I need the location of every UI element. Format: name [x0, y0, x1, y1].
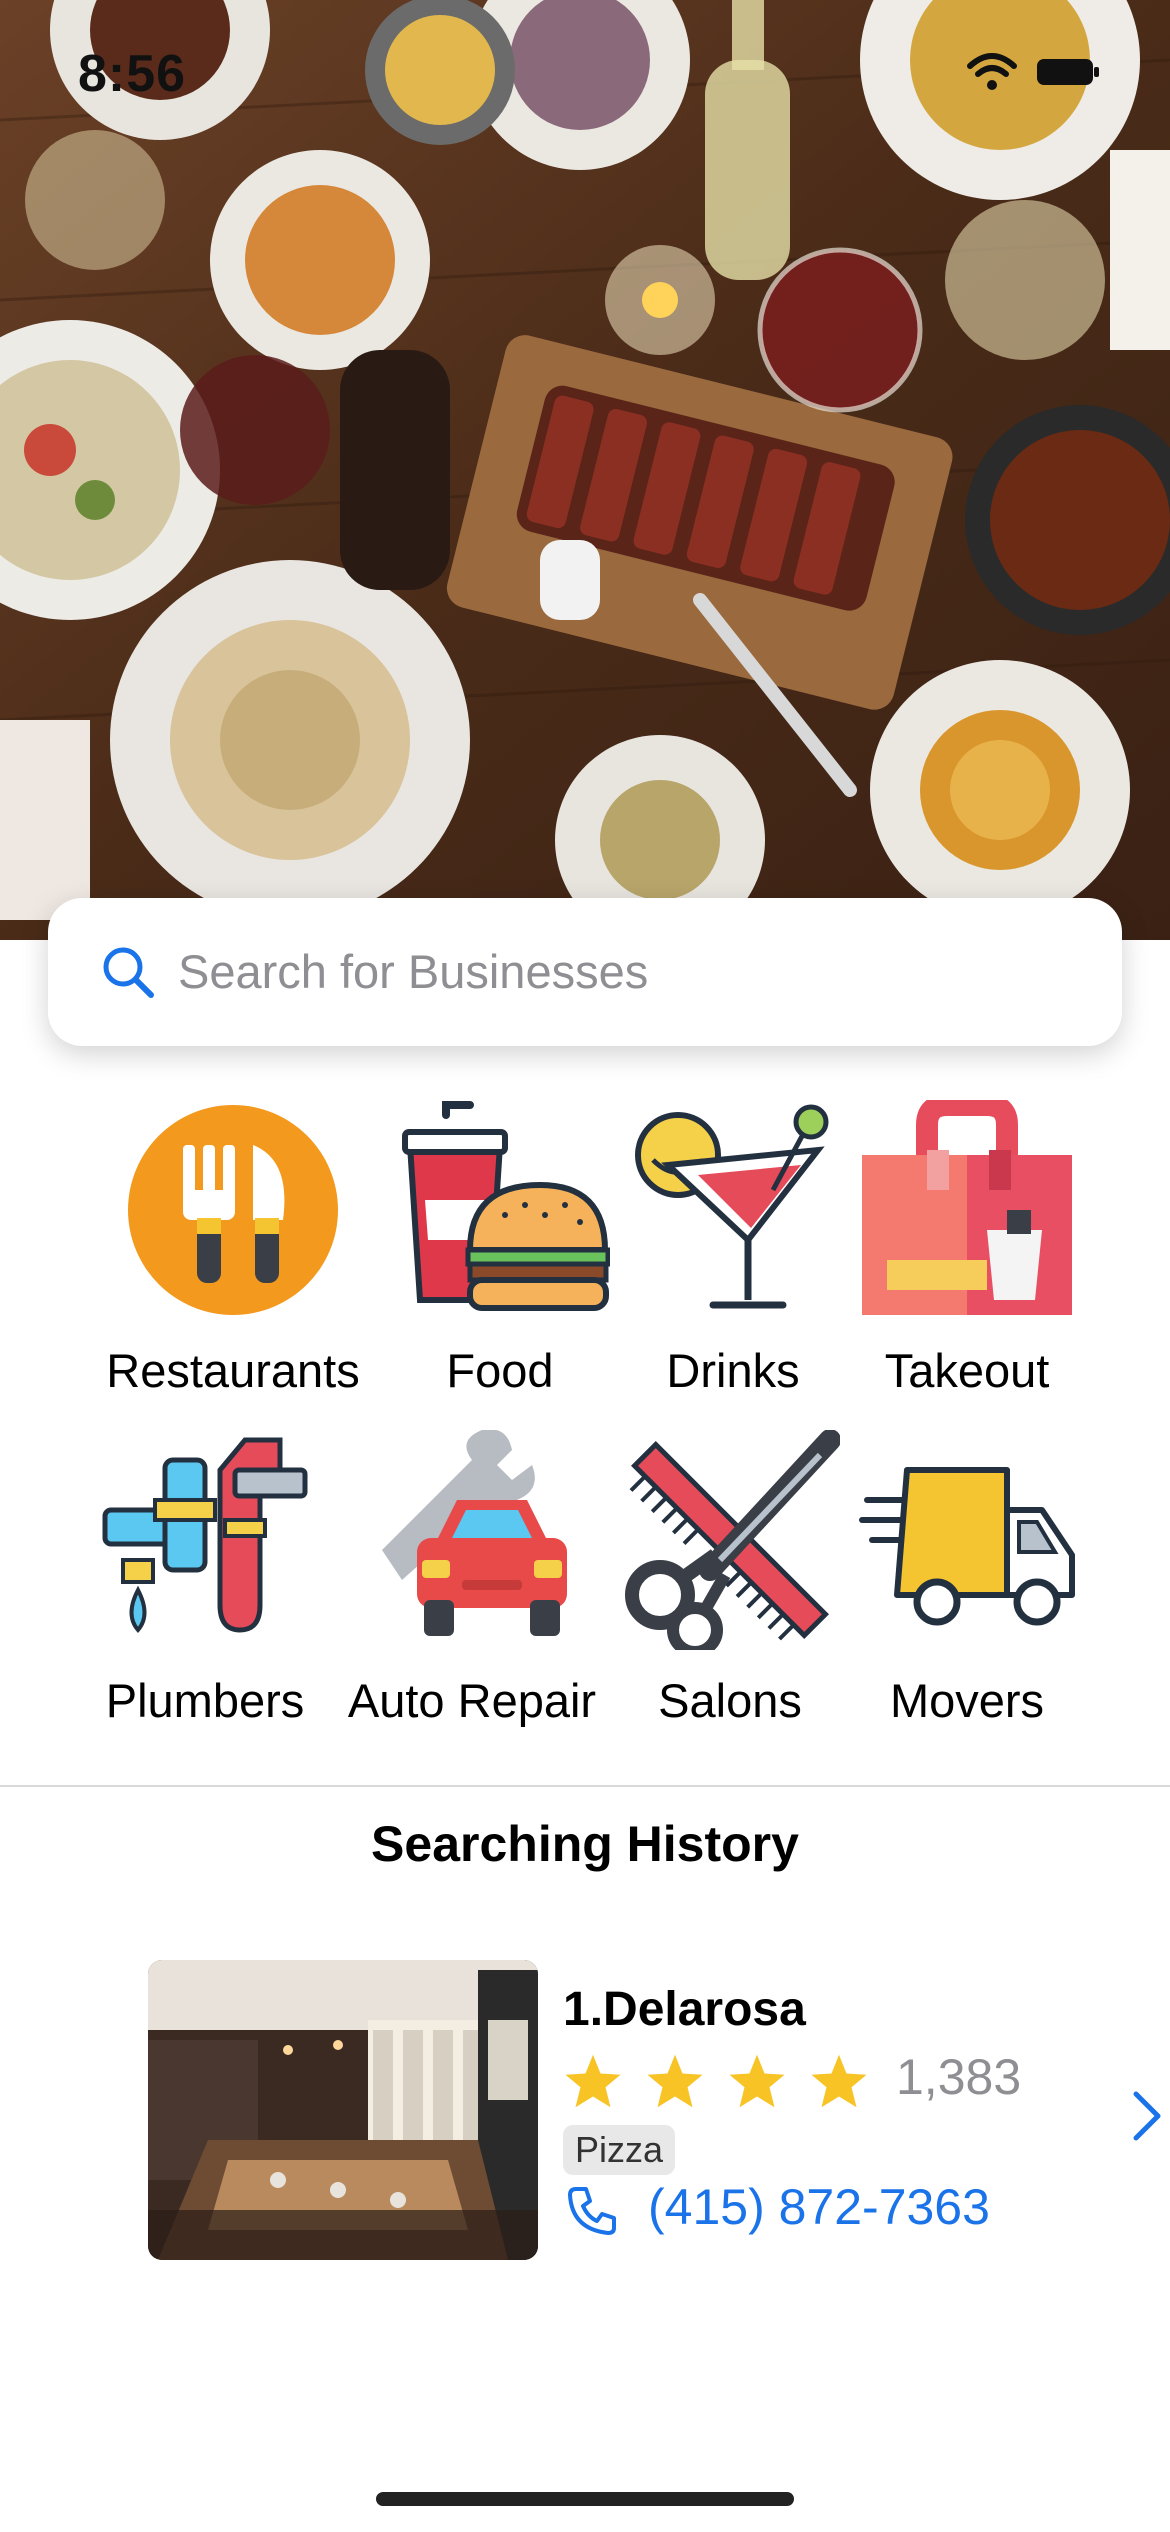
- status-icons: [966, 52, 1100, 92]
- star-icon: [565, 2054, 621, 2108]
- home-indicator[interactable]: [376, 2492, 794, 2506]
- star-icon: [729, 2054, 785, 2108]
- battery-icon: [1037, 59, 1099, 85]
- category-label: Takeout: [884, 1344, 1050, 1397]
- category-label: Restaurants: [106, 1344, 360, 1397]
- business-thumbnail: [148, 1960, 538, 2260]
- moving-truck-icon: [859, 1467, 1075, 1626]
- category-label: Auto Repair: [347, 1674, 597, 1727]
- review-count: 1,383: [896, 2049, 1022, 2105]
- category-plumbers[interactable]: Plumbers: [60, 1430, 350, 1728]
- car-wrench-icon: [382, 1429, 567, 1636]
- category-movers[interactable]: Movers: [822, 1430, 1112, 1728]
- star-icon: [811, 2054, 867, 2108]
- burger-drink-icon: [402, 1101, 611, 1311]
- star-icon: [647, 2054, 703, 2108]
- search-bar[interactable]: [48, 898, 1122, 1046]
- category-restaurants[interactable]: Restaurants: [88, 1100, 378, 1398]
- category-label: Plumbers: [105, 1674, 305, 1727]
- wifi-icon: [967, 53, 1017, 90]
- phone-icon[interactable]: [566, 2185, 618, 2237]
- scissors-comb-icon: [625, 1429, 841, 1658]
- history-item[interactable]: 1.Delarosa 1,383 Pizza (415) 872-7363: [148, 1960, 1161, 2260]
- history-title: Searching History: [371, 1816, 799, 1872]
- business-name: 1.Delarosa: [563, 1983, 806, 2036]
- status-bar: 8:56: [0, 0, 1170, 150]
- star-rating: [563, 2052, 869, 2110]
- chevron-right-icon[interactable]: [1128, 2088, 1168, 2144]
- pipe-wrench-icon: [102, 1437, 308, 1634]
- category-takeout[interactable]: Takeout: [822, 1094, 1112, 1398]
- phone-number-link[interactable]: (415) 872-7363: [648, 2178, 990, 2236]
- takeout-bag-icon: [862, 1094, 1072, 1315]
- status-time: 8:56: [78, 45, 187, 103]
- fork-knife-icon: [128, 1105, 338, 1315]
- category-tag: Pizza: [563, 2125, 676, 2175]
- search-input[interactable]: [178, 898, 1078, 1046]
- category-label: Movers: [889, 1674, 1045, 1727]
- category-auto-repair[interactable]: Auto Repair: [327, 1429, 617, 1728]
- section-divider: [0, 1785, 1170, 1787]
- search-icon: [103, 947, 154, 998]
- cocktail-icon: [635, 1104, 829, 1309]
